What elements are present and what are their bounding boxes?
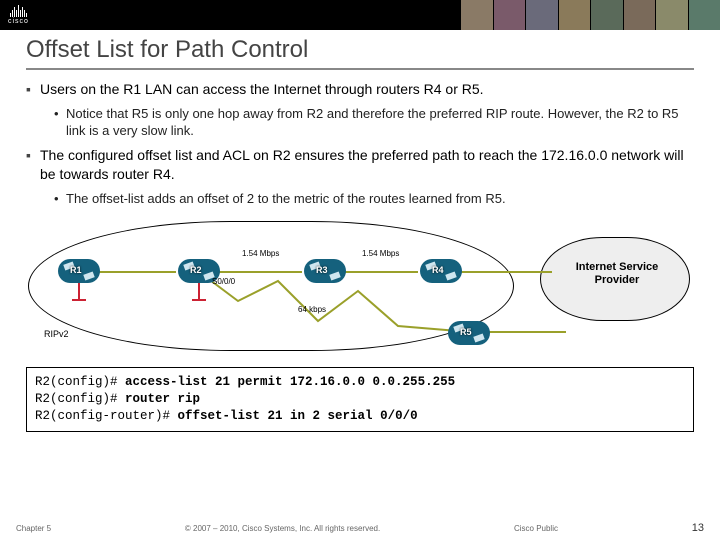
- bullet-2a: The offset-list adds an offset of 2 to t…: [54, 190, 694, 208]
- rip-domain-label: RIPv2: [44, 329, 69, 339]
- network-diagram: R1 R2 R3 R4 R5 1.54 Mbps 1.54 Mbps 64 kb…: [28, 213, 692, 359]
- config-cmd-2: router rip: [125, 392, 200, 406]
- bullet-1a: Notice that R5 is only one hop away from…: [54, 105, 694, 140]
- footer-page-number: 13: [692, 522, 704, 534]
- footer-chapter: Chapter 5: [16, 524, 51, 533]
- label-r2-interface: S0/0/0: [212, 277, 235, 286]
- slide-content: Offset List for Path Control Users on th…: [0, 30, 720, 359]
- config-prompt-2: R2(config)#: [35, 392, 125, 406]
- router-r3-label: R3: [316, 265, 328, 275]
- link-r1-r2: [92, 271, 176, 273]
- config-cmd-3: offset-list 21 in 2 serial 0/0/0: [178, 409, 418, 423]
- router-r5-label: R5: [460, 327, 472, 337]
- link-r5-isp: [488, 331, 566, 333]
- brand-text: cisco: [8, 18, 29, 25]
- config-prompt-1: R2(config)#: [35, 375, 125, 389]
- config-line-2: R2(config)# router rip: [35, 391, 685, 408]
- router-r2-label: R2: [190, 265, 202, 275]
- config-box: R2(config)# access-list 21 permit 172.16…: [26, 367, 694, 432]
- cisco-logo: cisco: [8, 5, 29, 25]
- title-divider: [26, 68, 694, 70]
- config-cmd-1: access-list 21 permit 172.16.0.0 0.0.255…: [125, 375, 455, 389]
- label-r2-r3-speed: 1.54 Mbps: [242, 249, 279, 258]
- cisco-bars-icon: [10, 5, 27, 17]
- label-r3-r4-speed: 1.54 Mbps: [362, 249, 399, 258]
- label-r2-r5-speed: 64 kbps: [298, 305, 326, 314]
- router-r1-label: R1: [70, 265, 82, 275]
- bullet-1: Users on the R1 LAN can access the Inter…: [26, 80, 694, 99]
- lan-r2: [198, 283, 200, 299]
- lan-r1: [78, 283, 80, 299]
- slide-footer: Chapter 5 © 2007 – 2010, Cisco Systems, …: [0, 522, 720, 534]
- config-prompt-3: R2(config-router)#: [35, 409, 178, 423]
- config-line-3: R2(config-router)# offset-list 21 in 2 s…: [35, 408, 685, 425]
- footer-classification: Cisco Public: [514, 524, 558, 533]
- footer-copyright: © 2007 – 2010, Cisco Systems, Inc. All r…: [185, 524, 380, 533]
- bullet-2: The configured offset list and ACL on R2…: [26, 146, 694, 184]
- top-bar: cisco: [0, 0, 720, 30]
- slide-title: Offset List for Path Control: [26, 36, 694, 64]
- header-photo-strip: [460, 0, 720, 30]
- router-r4-label: R4: [432, 265, 444, 275]
- isp-label: Internet Service Provider: [558, 261, 676, 286]
- config-line-1: R2(config)# access-list 21 permit 172.16…: [35, 374, 685, 391]
